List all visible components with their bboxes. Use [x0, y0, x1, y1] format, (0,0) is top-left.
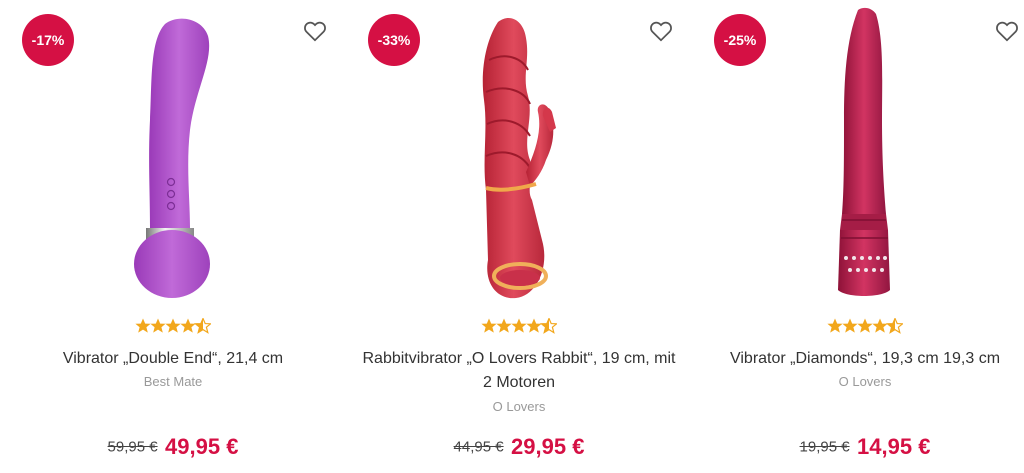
old-price: 59,95 €: [107, 438, 158, 456]
star-icon: [511, 318, 527, 333]
half-star-icon: [885, 318, 903, 334]
product-title[interactable]: Vibrator „Diamonds“, 19,3 cm 19,3 cm: [702, 347, 1024, 371]
discount-badge: -33%: [368, 14, 420, 66]
heart-icon[interactable]: [648, 18, 674, 44]
star-rating: [346, 318, 692, 338]
product-title[interactable]: Vibrator „Double End“, 21,4 cm: [10, 347, 336, 371]
star-icon: [857, 318, 873, 333]
heart-icon[interactable]: [302, 18, 328, 44]
price-block: 44,95 € 29,95 €: [346, 434, 692, 460]
star-icon: [481, 318, 497, 333]
heart-icon[interactable]: [994, 18, 1020, 44]
discount-badge: -25%: [714, 14, 766, 66]
star-rating: [692, 318, 1024, 338]
product-card[interactable]: -25% Vibrator „Diamonds“, 19,3 cm 19,3 c…: [692, 0, 1024, 473]
old-price: 44,95 €: [453, 438, 504, 456]
price-block: 19,95 € 14,95 €: [692, 434, 1024, 460]
sale-price: 29,95 €: [511, 434, 585, 459]
old-price: 19,95 €: [799, 438, 850, 456]
star-icon: [150, 318, 166, 333]
discount-badge: -17%: [22, 14, 74, 66]
product-brand[interactable]: Best Mate: [0, 374, 346, 389]
star-icon: [496, 318, 512, 333]
star-icon: [842, 318, 858, 333]
half-star-icon: [539, 318, 557, 334]
product-card[interactable]: -33% Rabbitvibrator „O Lovers Rabbit“, 1…: [346, 0, 692, 473]
product-card[interactable]: -17% Vibrator „Double End“, 21,4 cm Best…: [0, 0, 346, 473]
half-star-icon: [193, 318, 211, 334]
star-icon: [526, 318, 542, 333]
star-icon: [135, 318, 151, 333]
product-brand[interactable]: O Lovers: [346, 399, 692, 414]
star-rating: [0, 318, 346, 338]
sale-price: 49,95 €: [165, 434, 239, 459]
star-icon: [872, 318, 888, 333]
star-icon: [827, 318, 843, 333]
star-icon: [165, 318, 181, 333]
product-brand[interactable]: O Lovers: [692, 374, 1024, 389]
price-block: 59,95 € 49,95 €: [0, 434, 346, 460]
product-title[interactable]: Rabbitvibrator „O Lovers Rabbit“, 19 cm,…: [356, 347, 682, 395]
star-icon: [180, 318, 196, 333]
sale-price: 14,95 €: [857, 434, 931, 459]
